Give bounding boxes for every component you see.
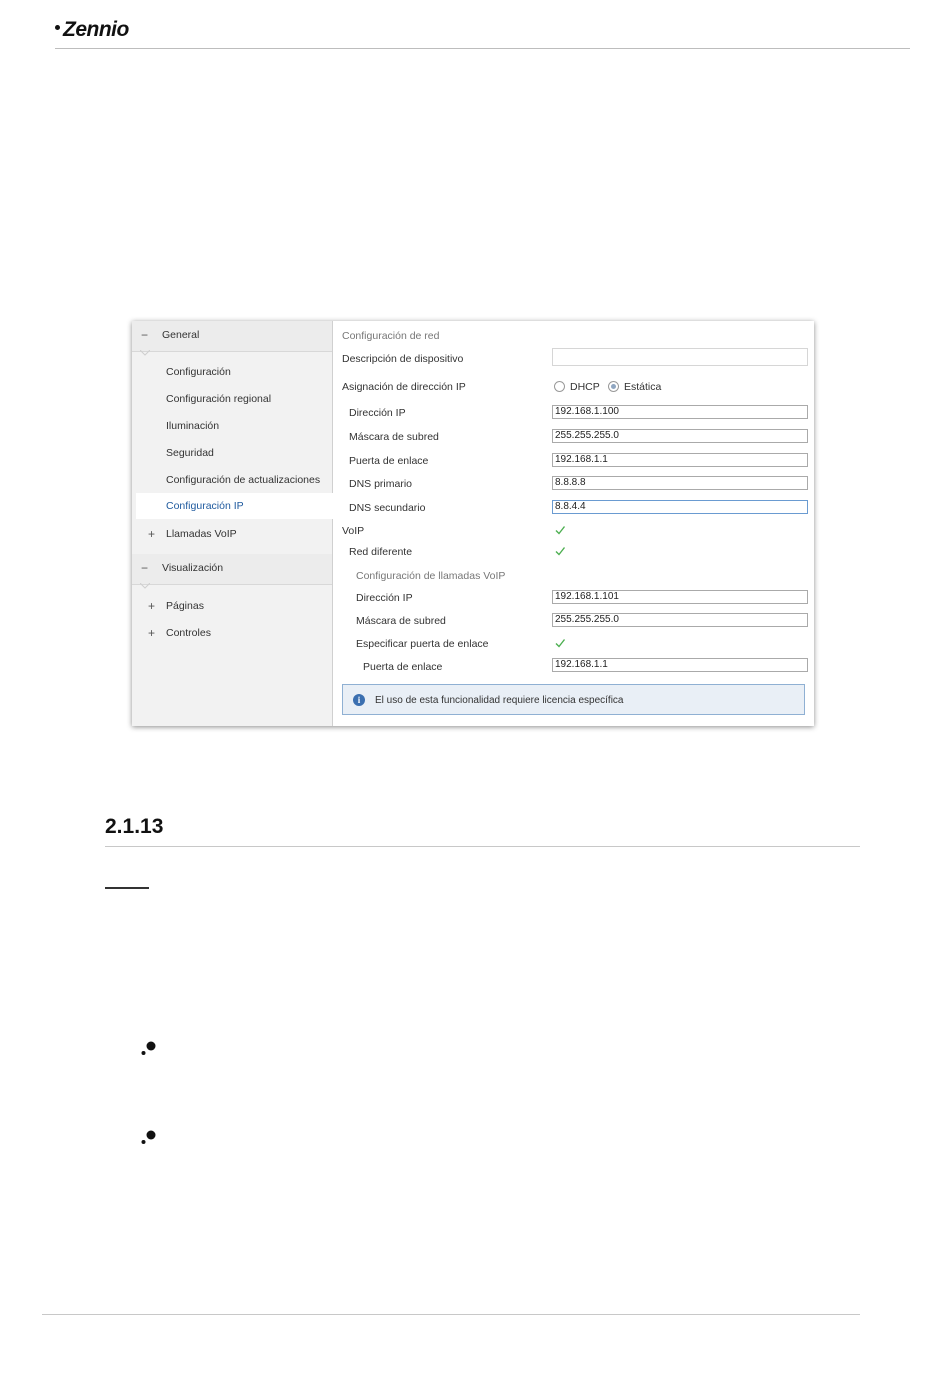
- expand-icon[interactable]: +: [148, 527, 155, 541]
- bullet-dots-icon: [141, 1130, 156, 1144]
- puerta-enlace-input[interactable]: 192.168.1.1: [552, 453, 808, 467]
- voip-gateway-input[interactable]: 192.168.1.1: [552, 658, 808, 672]
- collapse-icon[interactable]: −: [141, 328, 148, 342]
- sidebar-item-iluminacion[interactable]: Iluminación: [166, 420, 219, 432]
- voip-gateway-label: Puerta de enlace: [363, 661, 443, 673]
- sidebar-item-label: Configuración IP: [166, 500, 244, 512]
- section-number: 2.1.13: [105, 815, 164, 838]
- mascara-input[interactable]: 255.255.255.0: [552, 429, 808, 443]
- direccion-ip-input[interactable]: 192.168.1.100: [552, 405, 808, 419]
- voip-mask-input[interactable]: 255.255.255.0: [552, 613, 808, 627]
- sidebar-item-seguridad[interactable]: Seguridad: [166, 447, 214, 459]
- collapse-icon[interactable]: −: [141, 561, 148, 575]
- voip-label: VoIP: [342, 525, 365, 537]
- sidebar-group-general[interactable]: − General: [132, 321, 332, 356]
- sidebar-item-llamadas-voip[interactable]: Llamadas VoIP: [166, 528, 237, 540]
- dhcp-radio[interactable]: [554, 381, 565, 392]
- direccion-ip-label: Dirección IP: [349, 407, 406, 419]
- voip-ip-input[interactable]: 192.168.1.101: [552, 590, 808, 604]
- chevron-down-icon: [140, 583, 150, 589]
- sidebar-group-label: General: [162, 329, 200, 341]
- voip-section-title: Configuración de llamadas VoIP: [356, 570, 506, 582]
- voip-mask-label: Máscara de subred: [356, 615, 446, 627]
- descripcion-label: Descripción de dispositivo: [342, 353, 464, 365]
- expand-icon[interactable]: +: [148, 626, 155, 640]
- sidebar-group-label: Visualización: [162, 562, 224, 574]
- voip-checkbox-check-icon[interactable]: [554, 524, 566, 536]
- bullet-dots-icon: [141, 1041, 156, 1055]
- especificar-gateway-label: Especificar puerta de enlace: [356, 638, 489, 650]
- info-text: El uso de esta funcionalidad requiere li…: [375, 695, 624, 706]
- section-divider: [105, 846, 860, 847]
- estatica-label: Estática: [624, 381, 662, 393]
- header-divider: [55, 48, 910, 49]
- section-title: Configuración de red: [342, 330, 440, 342]
- asignacion-label: Asignación de dirección IP: [342, 381, 466, 393]
- red-diferente-checkbox-check-icon[interactable]: [554, 545, 566, 557]
- short-underline: [105, 887, 149, 889]
- mascara-label: Máscara de subred: [349, 431, 439, 443]
- expand-icon[interactable]: +: [148, 599, 155, 613]
- red-diferente-label: Red diferente: [349, 546, 413, 558]
- logo-text: Zennio: [63, 18, 129, 41]
- puerta-enlace-label: Puerta de enlace: [349, 455, 429, 467]
- sidebar-item-configuracion-ip[interactable]: Configuración IP: [136, 493, 333, 519]
- dhcp-label: DHCP: [570, 381, 600, 393]
- footer-divider: [42, 1314, 860, 1315]
- sidebar-group-visualizacion[interactable]: − Visualización: [132, 554, 332, 589]
- sidebar-item-configuracion-regional[interactable]: Configuración regional: [166, 393, 271, 405]
- chevron-down-icon: [140, 350, 150, 356]
- license-info-box: i El uso de esta funcionalidad requiere …: [342, 684, 805, 715]
- especificar-gateway-checkbox-check-icon[interactable]: [554, 637, 566, 649]
- sidebar-item-controles[interactable]: Controles: [166, 627, 211, 639]
- configuration-window: − General Configuración Configuración re…: [132, 321, 814, 726]
- dns-primario-label: DNS primario: [349, 478, 413, 490]
- logo-dot-icon: [55, 24, 60, 30]
- estatica-radio[interactable]: [608, 381, 619, 392]
- dns-secundario-input[interactable]: 8.8.4.4: [552, 500, 808, 514]
- settings-panel: Configuración de red Descripción de disp…: [333, 321, 814, 726]
- zennio-logo: Zennio: [55, 18, 129, 42]
- sidebar-item-configuracion[interactable]: Configuración: [166, 366, 231, 378]
- voip-ip-label: Dirección IP: [356, 592, 413, 604]
- sidebar: − General Configuración Configuración re…: [132, 321, 333, 726]
- sidebar-item-actualizaciones[interactable]: Configuración de actualizaciones: [166, 474, 320, 486]
- sidebar-item-paginas[interactable]: Páginas: [166, 600, 204, 612]
- info-icon: i: [353, 694, 365, 706]
- descripcion-input[interactable]: [552, 348, 808, 366]
- dns-primario-input[interactable]: 8.8.8.8: [552, 476, 808, 490]
- dns-secundario-label: DNS secundario: [349, 502, 426, 514]
